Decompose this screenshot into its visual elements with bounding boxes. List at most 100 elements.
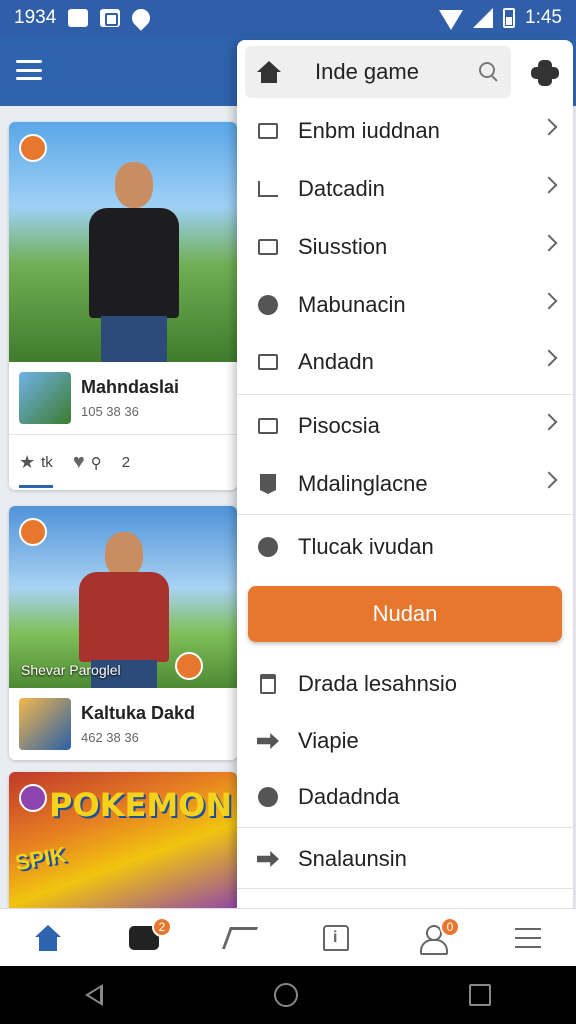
mail-icon xyxy=(258,123,278,139)
menu-item-label: Drada lesahnsio xyxy=(298,671,457,696)
rate-button[interactable]: ★ tk xyxy=(19,452,53,488)
card-image[interactable] xyxy=(9,122,237,362)
card-thumbnail xyxy=(19,372,71,424)
home-icon[interactable] xyxy=(257,61,281,83)
menu-search-label: Inde game xyxy=(315,59,419,84)
wifi-icon xyxy=(439,10,464,30)
hamburger-menu-icon[interactable] xyxy=(16,60,42,80)
menu-item-4[interactable]: Mabunacin xyxy=(237,276,573,334)
menu-divider xyxy=(237,514,573,515)
card-info: Mahndaslai 105 38 36 xyxy=(9,362,237,434)
notification-badge: 2 xyxy=(152,917,172,937)
back-icon[interactable] xyxy=(85,984,104,1006)
menu-search-bar[interactable]: Inde game xyxy=(245,46,511,98)
brush-badge-icon[interactable] xyxy=(175,652,203,680)
menu-divider xyxy=(237,888,573,889)
menu-item-label: Tlucak ivudan xyxy=(298,534,434,559)
card-meta: 105 38 36 xyxy=(81,404,139,419)
home-icon xyxy=(35,924,61,951)
tool-badge-icon[interactable] xyxy=(19,784,47,812)
recent-apps-icon[interactable] xyxy=(468,984,491,1006)
edit-badge-icon[interactable] xyxy=(19,134,47,162)
battery-icon xyxy=(503,8,516,28)
menu-item-3[interactable]: Siusstion xyxy=(237,218,573,276)
poster-subtitle: SPIK xyxy=(13,841,69,876)
menu-item-label: Viapie xyxy=(298,728,359,753)
edit-badge-icon[interactable] xyxy=(19,518,47,546)
bottom-navigation: 2 0 xyxy=(0,908,576,966)
menu-item-label: Dadadnda xyxy=(298,784,400,809)
menu-item-10[interactable]: Viapie xyxy=(237,712,573,770)
poster-title: POKEMON xyxy=(49,786,233,824)
nav-profile[interactable]: 0 xyxy=(384,909,480,966)
menu-item-12[interactable]: Snalaunsin xyxy=(237,830,573,888)
feed-card-2[interactable]: Shevar Paroglel Kaltuka Dakd 462 38 36 xyxy=(9,506,237,760)
chat-icon xyxy=(258,537,278,557)
chart-icon xyxy=(258,181,278,197)
like-button[interactable]: ♥ ⚲ xyxy=(73,451,102,474)
image-caption: Shevar Paroglel xyxy=(21,662,121,678)
feed-card-1[interactable]: Mahndaslai 105 38 36 ★ tk ♥ ⚲ 2 xyxy=(9,122,237,490)
notification-icon xyxy=(68,9,89,27)
chevron-right-icon xyxy=(540,413,558,431)
card-thumbnail xyxy=(19,698,71,750)
menu-item-label: Snalaunsin xyxy=(298,846,407,871)
menu-item-label: Enbm iuddnan xyxy=(298,118,440,143)
menu-item-1[interactable]: Enbm iuddnan xyxy=(237,102,573,160)
card-info: Kaltuka Dakd 462 38 36 xyxy=(9,688,237,760)
nav-more[interactable] xyxy=(480,909,576,966)
menu-item-label: Siusstion xyxy=(298,234,388,259)
status-bar: 1934 1:45 xyxy=(0,0,576,36)
menu-item-label: Datcadin xyxy=(298,176,385,201)
chevron-right-icon xyxy=(540,471,558,489)
card-image[interactable]: POKEMON SPIK xyxy=(9,772,237,908)
menu-icon xyxy=(515,927,541,948)
chevron-right-icon xyxy=(540,118,558,136)
menu-item-2[interactable]: Datcadin xyxy=(237,160,573,218)
menu-item-label: Mdalinglacne xyxy=(298,471,428,496)
menu-item-6[interactable]: Pisocsia xyxy=(237,397,573,455)
menu-divider xyxy=(237,827,573,828)
tag-icon xyxy=(258,239,278,255)
person-figure xyxy=(79,152,189,362)
rate-label: tk xyxy=(41,454,53,471)
menu-item-label: Mabunacin xyxy=(298,292,406,317)
nav-games[interactable]: 2 xyxy=(96,909,192,966)
system-navigation-bar xyxy=(0,966,576,1024)
calendar-icon xyxy=(100,9,121,27)
trash-icon xyxy=(260,674,276,694)
folder-icon xyxy=(258,418,278,434)
chevron-right-icon xyxy=(540,234,558,252)
feed-card-3[interactable]: POKEMON SPIK xyxy=(9,772,237,908)
heart-icon: ♥ xyxy=(72,451,85,473)
menu-item-8[interactable]: Tlucak ivudan xyxy=(237,518,573,576)
send-icon xyxy=(257,733,279,749)
star-icon: ★ xyxy=(19,452,36,472)
search-icon[interactable] xyxy=(479,62,499,82)
menu-item-label: Pisocsia xyxy=(298,413,380,438)
menu-item-5[interactable]: Andadn xyxy=(237,333,573,391)
primary-action-button[interactable]: Nudan xyxy=(248,586,562,642)
notification-badge: 0 xyxy=(440,917,460,937)
diamond-icon xyxy=(257,851,279,867)
controller-icon xyxy=(221,926,259,949)
status-time-left: 1934 xyxy=(14,7,57,28)
home-circle-icon[interactable] xyxy=(273,983,298,1007)
nav-controls[interactable] xyxy=(192,909,288,966)
palette-icon xyxy=(258,295,278,315)
menu-item-7[interactable]: Mdalinglacne xyxy=(237,455,573,513)
dropdown-menu: Inde game Enbm iuddnan Datcadin Siusstio… xyxy=(237,40,573,908)
menu-item-9[interactable]: Drada lesahnsio xyxy=(237,655,573,713)
nav-home[interactable] xyxy=(0,909,96,966)
nav-info[interactable] xyxy=(288,909,384,966)
chevron-right-icon xyxy=(540,349,558,367)
box-icon xyxy=(258,354,278,370)
menu-item-label: Andadn xyxy=(298,349,374,374)
card-actions: ★ tk ♥ ⚲ 2 xyxy=(9,434,237,490)
card-image[interactable]: Shevar Paroglel xyxy=(9,506,237,688)
menu-divider xyxy=(237,394,573,395)
bookmark-icon xyxy=(260,474,276,494)
menu-item-11[interactable]: Dadadnda xyxy=(237,768,573,826)
settings-icon[interactable] xyxy=(531,60,559,86)
chevron-right-icon xyxy=(540,176,558,194)
